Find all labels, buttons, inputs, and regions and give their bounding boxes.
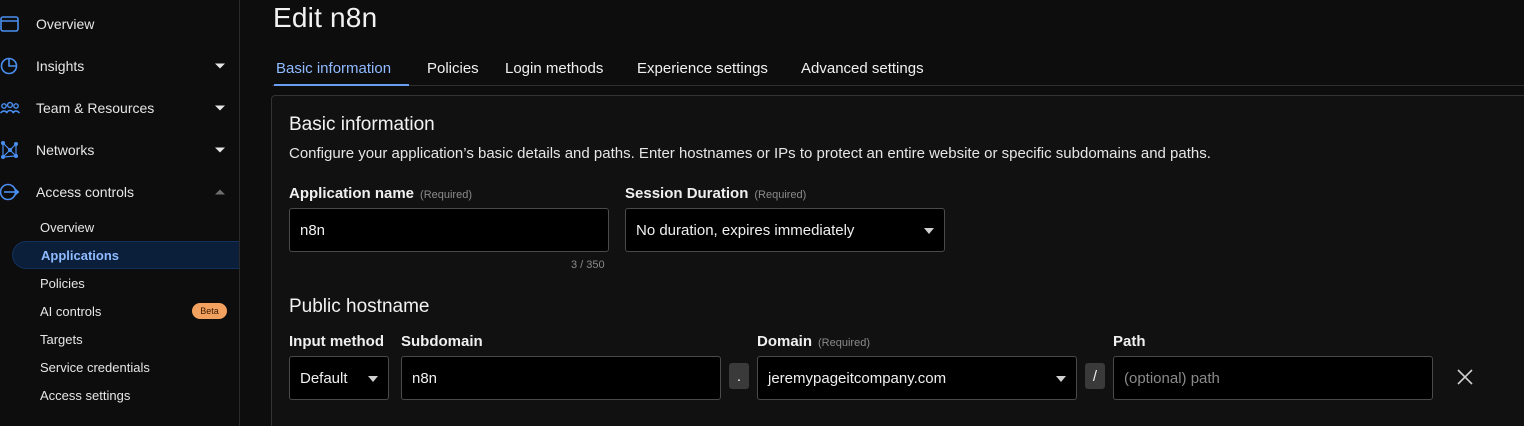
nav-item-label: Team & Resources: [36, 100, 155, 116]
required-hint: (Required): [818, 337, 870, 349]
sub-item-label: AI controls: [40, 303, 102, 319]
nav-item-overview[interactable]: Overview: [0, 3, 239, 45]
nav-item-label: Access controls: [36, 184, 135, 200]
label-text: Session Duration: [625, 185, 749, 202]
sub-item-label: Policies: [40, 275, 85, 291]
tab-experience-settings[interactable]: Experience settings: [637, 56, 768, 86]
label-text: Domain: [757, 333, 813, 350]
subdomain-label: Subdomain: [401, 333, 483, 350]
browser-window-icon: [0, 14, 20, 34]
beta-badge: Beta: [192, 303, 227, 319]
dropdown-arrow-icon: [1056, 376, 1066, 382]
network-icon: [0, 140, 20, 160]
domain-select[interactable]: jeremypageitcompany.com: [757, 356, 1077, 400]
input-method-label: Input method: [289, 333, 384, 350]
tab-basic-information[interactable]: Basic information: [274, 56, 409, 86]
sub-item-applications[interactable]: Applications: [12, 241, 239, 269]
tab-policies[interactable]: Policies: [427, 56, 479, 86]
nav-item-access-controls[interactable]: Access controls: [0, 171, 239, 213]
sub-item-label: Targets: [40, 331, 83, 347]
required-hint: (Required): [420, 189, 472, 201]
nav-item-insights[interactable]: Insights: [0, 45, 239, 87]
tab-bar: Basic information Policies Login methods…: [272, 56, 1524, 86]
path-input[interactable]: [1113, 356, 1433, 400]
tab-advanced-settings[interactable]: Advanced settings: [801, 56, 924, 86]
select-value: No duration, expires immediately: [636, 221, 855, 239]
chevron-up-icon[interactable]: [215, 189, 225, 195]
access-icon: [0, 182, 20, 202]
input-method-select[interactable]: Default: [289, 356, 389, 400]
slash-separator: /: [1085, 363, 1105, 389]
label-text: Application name: [289, 185, 415, 202]
sidebar: Overview Insights Team & Resources Netwo…: [0, 0, 240, 426]
chevron-down-icon[interactable]: [215, 63, 225, 69]
section-description: Configure your application’s basic detai…: [289, 145, 1211, 162]
sub-item-label: Access settings: [40, 387, 131, 403]
nav-item-team-resources[interactable]: Team & Resources: [0, 87, 239, 129]
nav-item-networks[interactable]: Networks: [0, 129, 239, 171]
nav-item-label: Insights: [36, 58, 85, 74]
sub-item-overview[interactable]: Overview: [12, 213, 239, 241]
domain-label: Domain (Required): [757, 333, 870, 350]
section-title-public-hostname: Public hostname: [289, 296, 430, 317]
sub-item-label: Overview: [40, 219, 95, 235]
dot-separator: .: [729, 363, 749, 389]
sub-item-service-credentials[interactable]: Service credentials: [12, 353, 239, 381]
team-icon: [0, 98, 21, 118]
select-value: jeremypageitcompany.com: [768, 369, 947, 387]
required-hint: (Required): [754, 189, 807, 201]
sub-item-label: Service credentials: [40, 359, 150, 375]
application-name-input[interactable]: [289, 208, 609, 252]
session-duration-select[interactable]: No duration, expires immediately: [625, 208, 945, 252]
chevron-down-icon[interactable]: [215, 105, 225, 111]
section-title-basic-information: Basic information: [289, 114, 435, 135]
select-value: Default: [300, 369, 348, 387]
nav-item-label: Overview: [36, 16, 95, 32]
close-icon[interactable]: [1455, 367, 1475, 387]
dropdown-arrow-icon: [924, 228, 934, 234]
character-counter: 3 / 350: [571, 259, 605, 271]
sub-item-access-settings[interactable]: Access settings: [12, 381, 239, 409]
chevron-down-icon[interactable]: [215, 147, 225, 153]
session-duration-label: Session Duration (Required): [625, 185, 806, 202]
nav-item-label: Networks: [36, 142, 95, 158]
page-title: Edit n8n: [273, 2, 378, 33]
path-label: Path: [1113, 333, 1146, 350]
subdomain-input[interactable]: [401, 356, 721, 400]
application-name-label: Application name (Required): [289, 185, 472, 202]
sub-item-policies[interactable]: Policies: [12, 269, 239, 297]
dropdown-arrow-icon: [368, 376, 378, 382]
pie-chart-icon: [0, 56, 20, 76]
sub-item-label: Applications: [41, 247, 120, 263]
tab-login-methods[interactable]: Login methods: [505, 56, 603, 86]
sub-item-targets[interactable]: Targets: [12, 325, 239, 353]
sub-item-ai-controls[interactable]: AI controls Beta: [12, 297, 239, 325]
